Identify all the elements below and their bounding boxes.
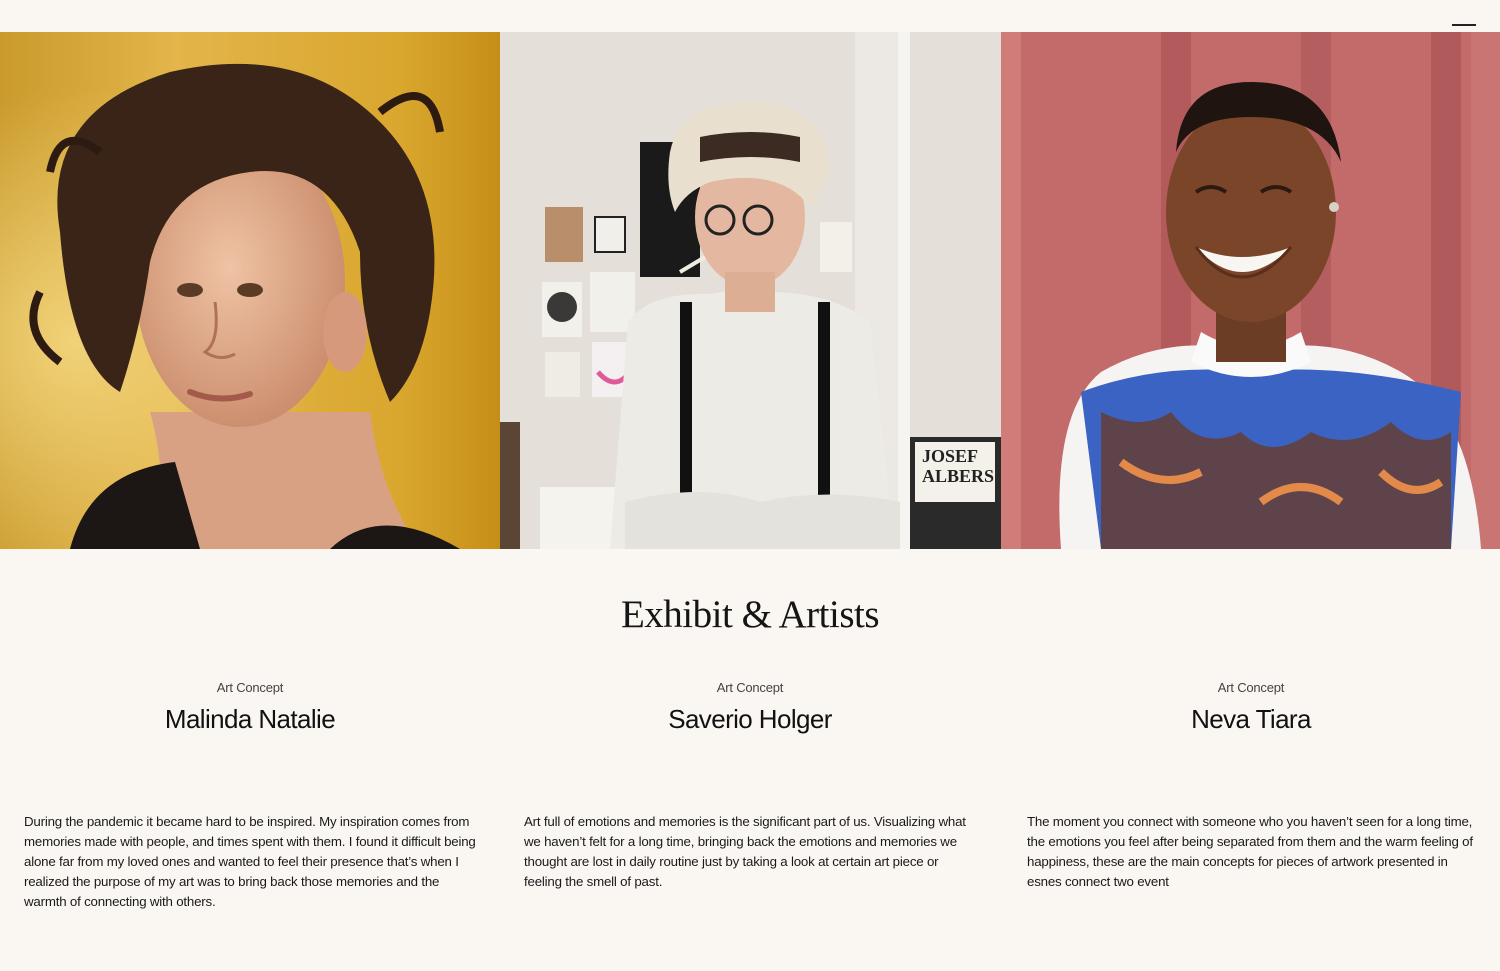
section-title: Exhibit & Artists: [620, 593, 880, 636]
artist-bio: Art full of emotions and memories is the…: [524, 814, 966, 889]
artist-name[interactable]: Malinda Natalie: [0, 704, 500, 735]
artist-card-saverio: Art Concept Saverio Holger Art full of e…: [500, 680, 1000, 889]
svg-text:JOSEF: JOSEF: [922, 446, 978, 466]
artist-bio: The moment you connect with someone who …: [1027, 814, 1473, 889]
artist-category: Art Concept: [216, 680, 284, 695]
artist-photo-malinda[interactable]: [0, 32, 500, 549]
portrait-man-hat-glasses-image: JOSEF ALBERS: [500, 32, 1001, 549]
artist-bio: During the pandemic it became hard to be…: [24, 814, 476, 909]
artist-card-neva: Art Concept Neva Tiara The moment you co…: [1001, 680, 1500, 889]
portrait-woman-smiling-image: [1001, 32, 1500, 549]
artist-category: Art Concept: [716, 680, 784, 695]
top-bar: [0, 0, 1500, 46]
portrait-woman-curly-hair-image: [0, 32, 500, 549]
artist-photo-gallery: JOSEF ALBERS: [0, 32, 1500, 549]
artist-photo-neva[interactable]: [1001, 32, 1500, 549]
artist-category: Art Concept: [1217, 680, 1285, 695]
artist-name[interactable]: Saverio Holger: [500, 704, 1000, 735]
artist-name[interactable]: Neva Tiara: [1001, 704, 1500, 735]
artist-card-malinda: Art Concept Malinda Natalie During the p…: [0, 680, 500, 909]
menu-line: [1452, 24, 1476, 26]
artist-photo-saverio[interactable]: JOSEF ALBERS: [500, 32, 1001, 549]
svg-text:ALBERS: ALBERS: [922, 466, 994, 486]
artists-page: JOSEF ALBERS Exhibit & Artists Art Conce…: [0, 0, 1500, 971]
